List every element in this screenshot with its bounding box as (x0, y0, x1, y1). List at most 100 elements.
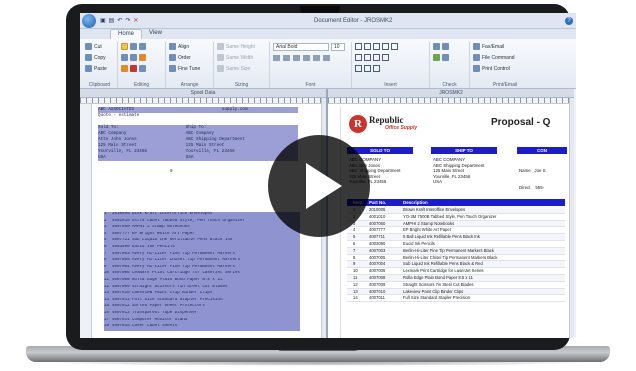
fax-email-button[interactable]: Fax/Email (473, 42, 515, 51)
item-description: Lexmark Print Cartridge for LaserJet Ser… (403, 268, 484, 274)
same-height-button[interactable]: Same Height (217, 42, 255, 51)
align-center-icon[interactable] (323, 54, 330, 61)
preview-scrollbar[interactable] (569, 98, 574, 338)
text-frame-icon[interactable] (355, 54, 362, 61)
item-part-number: 4007004 (369, 261, 386, 267)
item-part-number: 4007006 (369, 268, 386, 274)
tab-view[interactable]: View (142, 29, 169, 39)
table-row: 4 4007777 EP Bright White Art Paper (104, 232, 300, 239)
open-icon[interactable]: ▤ (109, 17, 115, 24)
ellipse-icon[interactable] (373, 54, 380, 61)
items-table: 12010005Brown Kraft Interoffice Envelope… (347, 207, 565, 303)
image-icon[interactable] (139, 65, 146, 72)
font-size-select[interactable]: 10 (331, 42, 345, 51)
order-label: Order (178, 54, 191, 61)
row-description: Avery Hi-Liter Fine Tip Permanent Marker… (132, 264, 236, 269)
barcode-icon[interactable] (364, 54, 371, 61)
preview-pane[interactable]: JROSMK2 R Republic Office Supply Proposa… (328, 89, 574, 338)
row-part-number: 2010005 (112, 212, 130, 216)
app-menu-button[interactable] (82, 13, 96, 28)
fax-icon (473, 43, 480, 50)
row-description: Lexmark Print Cartridge for LaserJet Ser… (132, 271, 241, 276)
undo-icon[interactable]: ↶ (117, 17, 122, 24)
validate-icon[interactable] (433, 54, 440, 61)
row-part-number: 4007015 (112, 324, 130, 329)
row-number: 13 (104, 291, 110, 296)
row-description: Sub Liquid Ink Refillable Pens Black Ink (132, 238, 233, 243)
row-number: 15 (104, 304, 110, 309)
italic-icon[interactable] (283, 54, 290, 61)
grid-icon[interactable] (139, 43, 146, 50)
copy-button[interactable]: Copy (85, 53, 107, 62)
help-icon[interactable]: ? (565, 16, 573, 25)
chart-icon[interactable] (364, 65, 371, 72)
item-number: 7 (353, 247, 356, 253)
row-part-number: 4007014 (112, 317, 130, 322)
check-icon[interactable] (433, 43, 440, 50)
group-label-sizing: Sizing (234, 82, 249, 88)
ship-to-address: ABC COMPANY ABC Shipping Department 125 … (433, 157, 485, 185)
group-label-insert: Insert (384, 82, 397, 88)
bold-icon[interactable] (273, 54, 280, 61)
row-description: Rolla Edge Plain Bond Paper 8.5 x 11 (132, 277, 223, 282)
paste-button[interactable]: Paste (85, 64, 107, 73)
preview-icon[interactable] (442, 54, 449, 61)
rectangle-icon[interactable] (364, 43, 371, 50)
row-number: 2 (104, 218, 107, 223)
align-left-icon[interactable] (313, 54, 320, 61)
align-button[interactable]: Align (169, 42, 200, 51)
fine-tune-button[interactable]: Fine Tune (169, 64, 200, 73)
cut-button[interactable]: Cut (85, 42, 107, 51)
link-icon[interactable] (130, 54, 137, 61)
cut-label: Cut (94, 43, 102, 50)
spell-icon[interactable] (442, 43, 449, 50)
spool-margin (80, 104, 92, 338)
row-number: 11 (104, 277, 110, 282)
line-icon[interactable] (355, 43, 362, 50)
move-icon[interactable] (121, 54, 128, 61)
table-row: 11 4007008 Rolla Edge Plain Bond Paper 8.5… (104, 278, 300, 285)
order-button[interactable]: Order (169, 53, 200, 62)
row-description: Full Size Standard Stapler Precision (132, 297, 223, 302)
image-insert-icon[interactable] (382, 43, 389, 50)
text-icon[interactable] (121, 65, 128, 72)
same-size-label: Same Size (226, 65, 251, 72)
fine-tune-icon (169, 65, 176, 72)
row-number: 10 (104, 271, 110, 276)
row-number: 3 (104, 225, 107, 230)
file-command-button[interactable]: File Command (473, 53, 515, 62)
row-description: Lakeview Paint Clip Binder Clips (132, 291, 213, 296)
print-control-button[interactable]: Print Control (473, 64, 515, 73)
underline-icon[interactable] (293, 54, 300, 61)
delete-icon[interactable] (130, 65, 137, 72)
item-number: 4 (353, 227, 356, 233)
video-thumbnail: ▣ ▤ ↶ ↷ ✕ Document Editor - JROSMK2 ? Ho… (0, 0, 636, 371)
color-icon[interactable] (303, 54, 310, 61)
play-button[interactable] (268, 135, 370, 237)
page-break-icon[interactable] (373, 65, 380, 72)
spool-pane-title: Spool Data (80, 89, 326, 98)
item-part-number: 4001010 (369, 213, 386, 219)
table-row: 6 4003090 Eucid Ink Pencils (347, 241, 565, 248)
hand-icon[interactable] (139, 54, 146, 61)
table-row: 9 4007004 Sub Liquid Ink Refillable Pens B… (347, 261, 565, 269)
save-icon[interactable]: ▣ (100, 17, 106, 24)
table-row: 8 4007005 Berlin-Hi-Liter Chisel Tip Perma… (347, 255, 565, 262)
symbol-icon[interactable] (391, 43, 398, 50)
table-icon[interactable] (373, 43, 380, 50)
close-doc-icon[interactable]: ✕ (133, 17, 138, 24)
group-print-email: Fax/Email File Command Print Control Pri… (470, 42, 540, 88)
field-icon[interactable] (382, 54, 389, 61)
paragraph-icon[interactable] (355, 65, 362, 72)
same-size-button[interactable]: Same Size (217, 64, 255, 73)
font-family-select[interactable]: Arial Bold (273, 42, 329, 51)
fine-tune-label: Fine Tune (178, 65, 201, 72)
row-description: Ultra Label Tabbed Style, Pen Touch Orga… (132, 218, 246, 223)
tab-home[interactable]: Home (110, 29, 143, 39)
item-part-number: 4007777 (369, 227, 386, 233)
redo-icon[interactable]: ↷ (125, 17, 130, 24)
same-width-button[interactable]: Same Width (217, 53, 255, 62)
pointer-icon[interactable] (121, 43, 128, 50)
same-width-label: Same Width (226, 54, 254, 61)
select-icon[interactable] (130, 43, 137, 50)
